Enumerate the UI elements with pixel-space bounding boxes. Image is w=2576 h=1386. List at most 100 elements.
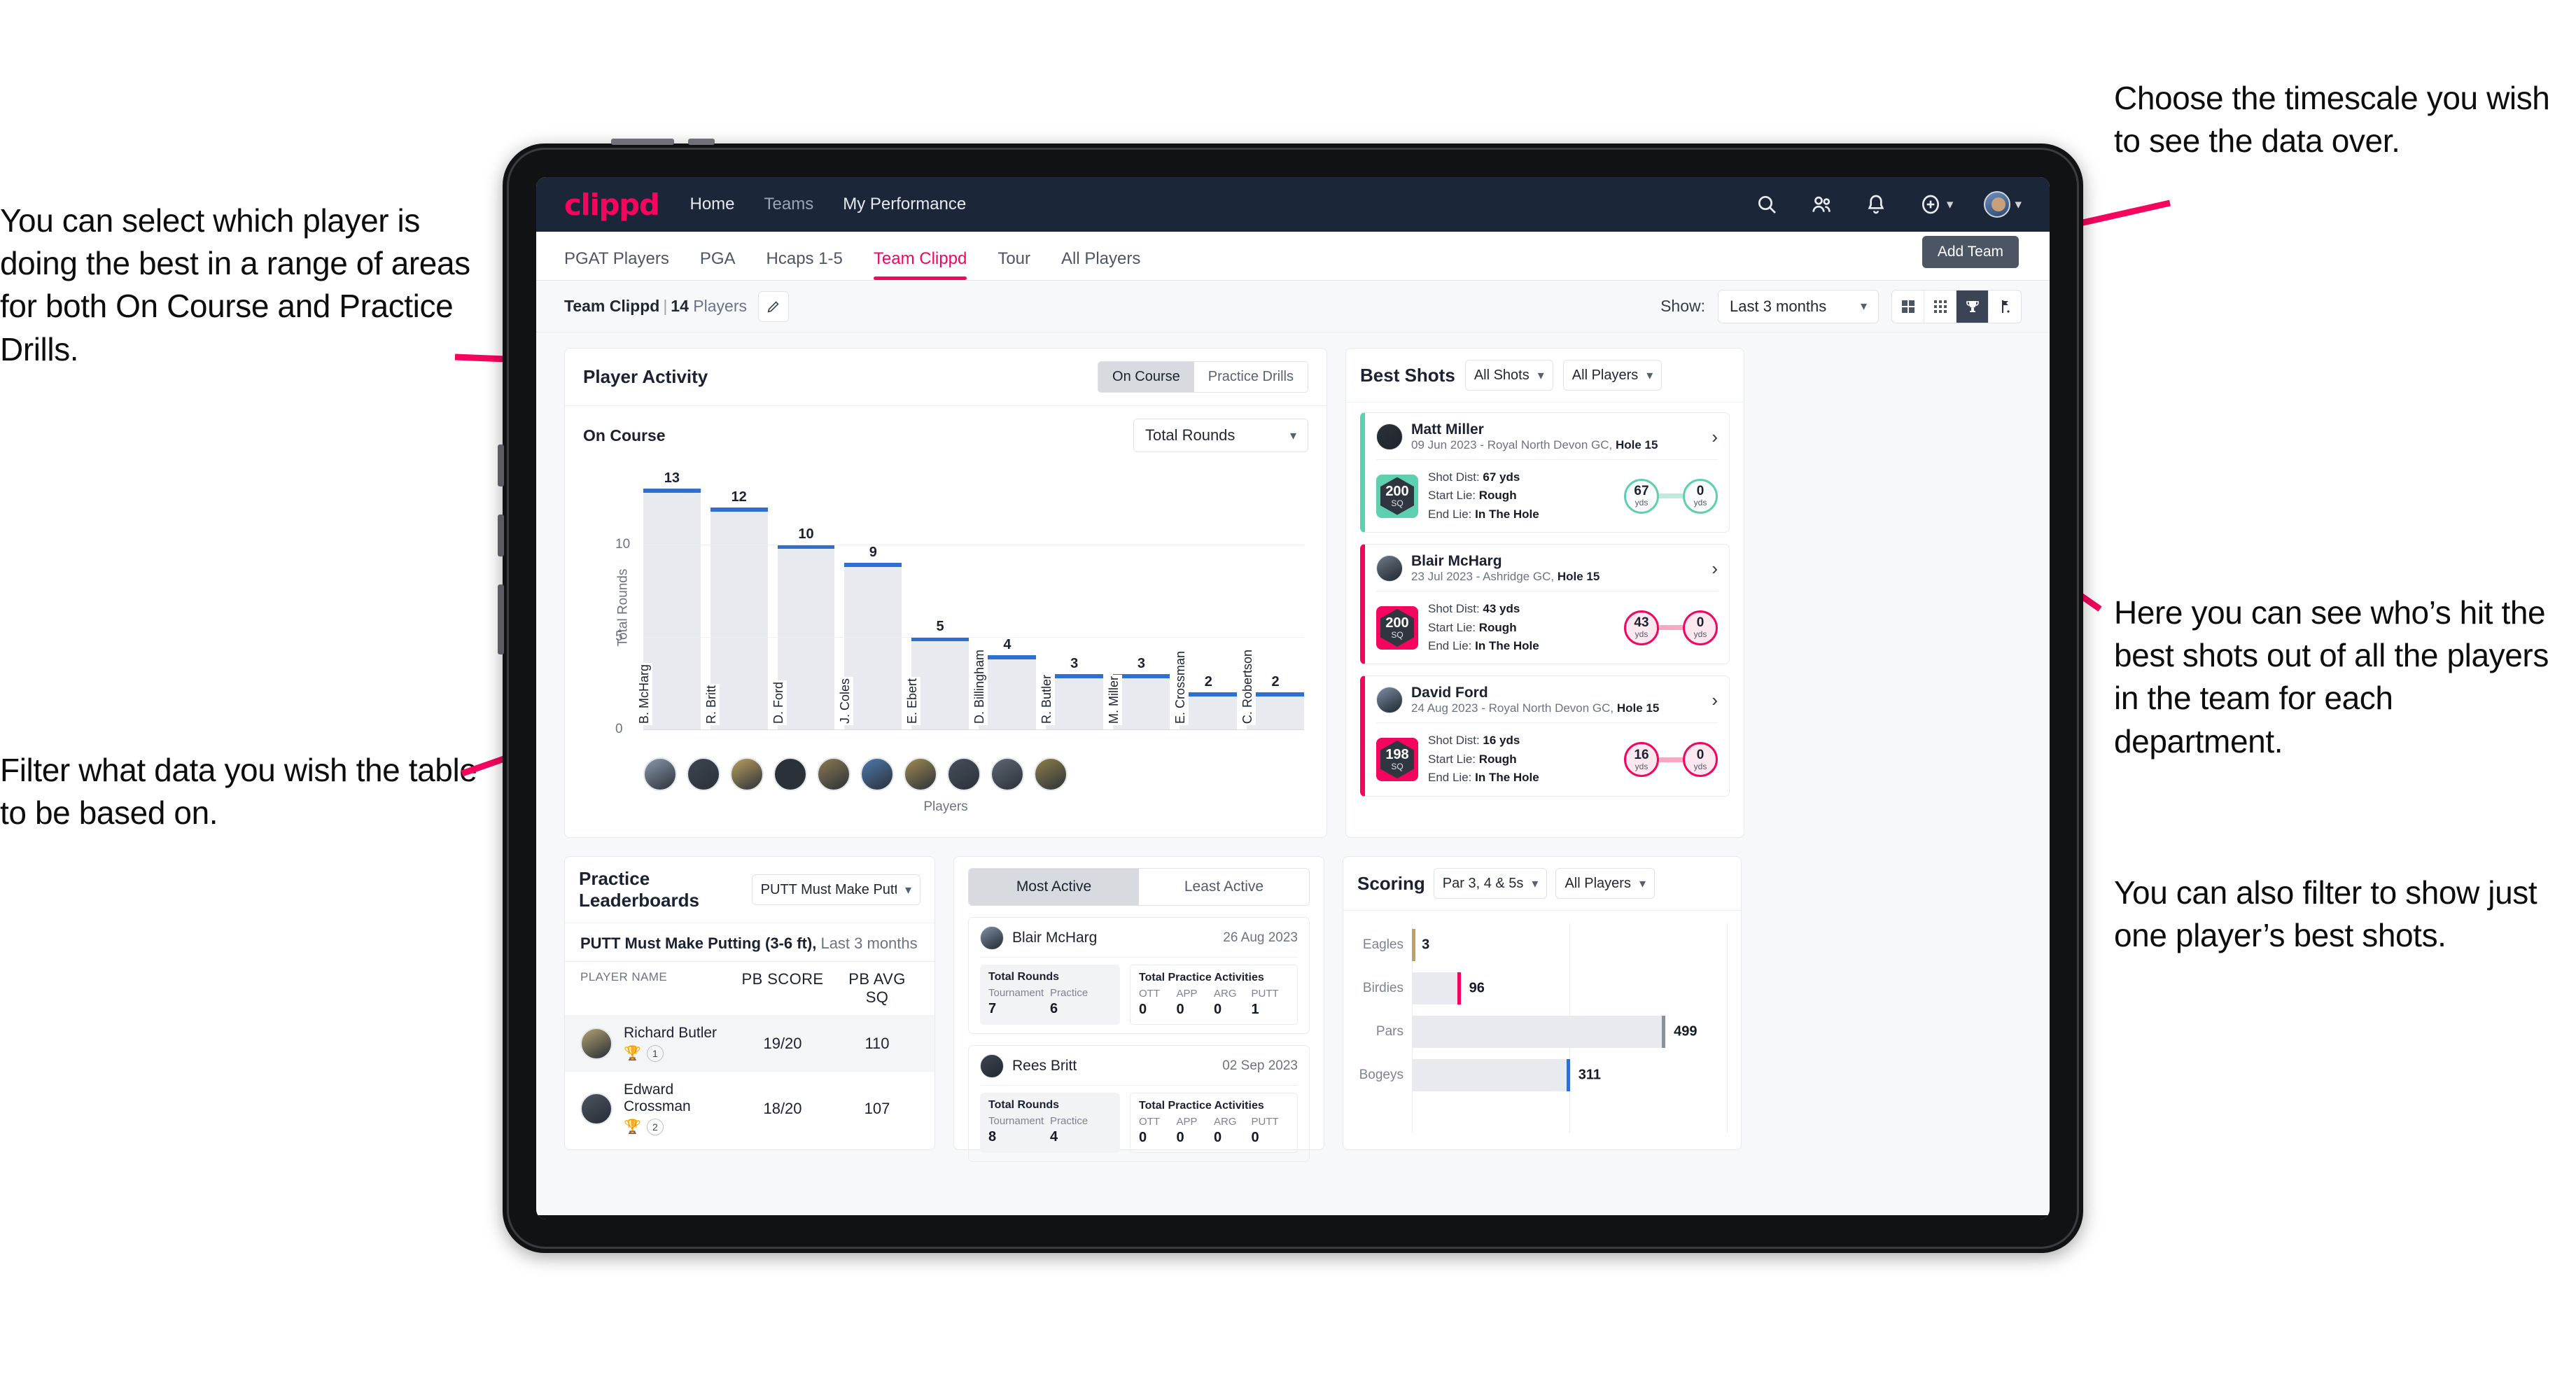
avatar[interactable] [980,1054,1004,1078]
table-row[interactable]: Richard Butler 🏆 1 19/20 110 [565,1015,934,1072]
best-shots-shot-filter[interactable]: All Shots ▾ [1464,360,1553,391]
chevron-right-icon[interactable]: › [1712,426,1718,448]
tab-hcaps-1-5[interactable]: Hcaps 1-5 [751,249,858,280]
scoring-player-filter[interactable]: All Players ▾ [1555,868,1655,899]
bar-column[interactable]: 3 R. Butler [1038,470,1103,729]
bar-column[interactable]: 12 R. Britt [703,470,768,729]
player-avatar[interactable] [774,757,807,791]
profile-menu[interactable]: ▾ [1984,191,2022,218]
activity-player-card[interactable]: Blair McHarg 26 Aug 2023 Total Rounds Tourn… [968,917,1310,1034]
metric-select[interactable]: Total Rounds ▾ [1133,419,1308,452]
best-shot-card[interactable]: David Ford 24 Aug 2023 - Royal North Devo… [1360,676,1730,797]
bar-column[interactable]: 4 D. Billingham [971,470,1036,729]
bar-column[interactable]: 10 D. Ford [770,470,835,729]
scoring-bar[interactable] [1412,929,1415,961]
bar-column[interactable]: 3 M. Miller [1105,470,1170,729]
bar-column[interactable]: 2 E. Crossman [1172,470,1238,729]
nav-link-teams[interactable]: Teams [764,195,814,214]
clippd-logo[interactable]: clippd [564,188,660,222]
activity-player-card[interactable]: Rees Britt 02 Sep 2023 Total Rounds Tournam… [968,1045,1310,1162]
bar[interactable]: 13 B. McHarg [636,470,701,729]
nav-link-home[interactable]: Home [690,195,734,214]
tab-most-active[interactable]: Most Active [969,869,1139,905]
scoring-row[interactable]: Pars 499 [1357,1010,1727,1054]
toggle-practice-drills[interactable]: Practice Drills [1194,362,1308,392]
scoring-chart: Eagles 3 Birdies 96 Pars 499 Bogeys 311 [1357,923,1728,1133]
bar[interactable]: 3 R. Butler [1038,656,1103,729]
player-avatar[interactable] [643,757,677,791]
avatar[interactable] [1984,191,2011,218]
player-avatar[interactable] [687,757,720,791]
scoring-row[interactable]: Birdies 96 [1357,967,1727,1010]
avatar[interactable] [580,1092,612,1125]
bell-icon[interactable] [1864,192,1888,216]
player-avatar[interactable] [990,757,1024,791]
toggle-on-course[interactable]: On Course [1098,362,1194,392]
bar[interactable]: 12 R. Britt [703,489,768,729]
avatar[interactable] [1376,424,1403,451]
player-avatar[interactable] [947,757,981,791]
plus-circle-icon[interactable] [1919,192,1942,216]
chevron-right-icon[interactable]: › [1712,690,1718,711]
player-avatar[interactable] [904,757,937,791]
grid-large-icon[interactable] [1892,290,1924,323]
shot-distance-line: Shot Dist: 67 yds [1428,470,1520,484]
leaderboard-badges: 🏆 2 [624,1118,730,1135]
tab-team-clippd[interactable]: Team Clippd [858,249,982,280]
best-shots-player-filter[interactable]: All Players ▾ [1562,360,1662,391]
bar-column[interactable]: 2 C. Robertson [1240,470,1304,729]
avatar[interactable] [980,926,1004,950]
avatar[interactable] [580,1027,612,1060]
activity-date: 26 Aug 2023 [1223,930,1298,945]
scoring-bar[interactable] [1412,1016,1666,1048]
tab-pgat-players[interactable]: PGAT Players [564,249,685,280]
avatar[interactable] [1376,555,1403,582]
scoring-bar[interactable] [1412,1059,1570,1091]
bar-column[interactable]: 9 J. Coles [837,470,902,729]
player-avatar[interactable] [730,757,764,791]
search-icon[interactable] [1755,192,1779,216]
tab-pga[interactable]: PGA [685,249,751,280]
nav-link-my-performance[interactable]: My Performance [843,195,966,214]
bar[interactable]: 9 J. Coles [837,545,902,729]
flag-icon[interactable] [1989,290,2021,323]
shot-card-identity: David Ford 24 Aug 2023 - Royal North Devo… [1411,685,1659,715]
player-avatar[interactable] [1034,757,1068,791]
scoring-value-label: 311 [1578,1067,1601,1083]
shot-distance-diagram: 43 yds 0 yds [1624,610,1718,645]
drill-select[interactable]: PUTT Must Make Putting ... ▾ [751,874,920,905]
edit-team-button[interactable] [757,290,789,322]
scoring-row[interactable]: Eagles 3 [1357,923,1727,967]
tab-tour[interactable]: Tour [982,249,1046,280]
y-axis-tick: 10 [615,536,631,552]
chevron-down-icon: ▾ [1537,368,1544,382]
bar-column[interactable]: 13 B. McHarg [636,470,701,729]
bar[interactable]: 2 C. Robertson [1240,648,1304,729]
shot-card-header: Matt Miller 09 Jun 2023 - Royal North Dev… [1376,421,1718,452]
plus-circle-menu[interactable]: ▾ [1919,192,1953,216]
best-shot-card[interactable]: Matt Miller 09 Jun 2023 - Royal North Dev… [1360,412,1730,533]
end-lie-line: End Lie: In The Hole [1428,771,1539,785]
avatar[interactable] [1376,687,1403,714]
activity-player-name: Rees Britt [1012,1058,1077,1074]
bar[interactable]: 5 E. Ebert [904,619,969,729]
table-row[interactable]: Edward Crossman 🏆 2 18/20 107 [565,1072,934,1145]
bar-column[interactable]: 5 E. Ebert [904,470,969,729]
trophy-icon[interactable] [1956,290,1989,323]
timescale-select[interactable]: Last 3 months ▾ [1718,289,1879,323]
tab-all-players[interactable]: All Players [1046,249,1156,280]
bar-category-label: R. Butler [1038,673,1055,725]
bar[interactable]: 3 M. Miller [1105,656,1170,729]
people-icon[interactable] [1809,192,1833,216]
scoring-par-filter[interactable]: Par 3, 4 & 5s ▾ [1433,868,1548,899]
bar[interactable]: 4 D. Billingham [971,637,1036,729]
player-avatar[interactable] [860,757,894,791]
tab-least-active[interactable]: Least Active [1139,869,1309,905]
best-shot-card[interactable]: Blair McHarg 23 Jul 2023 - Ashridge GC, H… [1360,544,1730,665]
grid-small-icon[interactable] [1924,290,1956,323]
bar[interactable]: 2 E. Crossman [1172,649,1238,729]
scoring-bar[interactable] [1412,972,1461,1004]
chevron-right-icon[interactable]: › [1712,558,1718,580]
player-avatar[interactable] [817,757,850,791]
scoring-row[interactable]: Bogeys 311 [1357,1054,1727,1097]
